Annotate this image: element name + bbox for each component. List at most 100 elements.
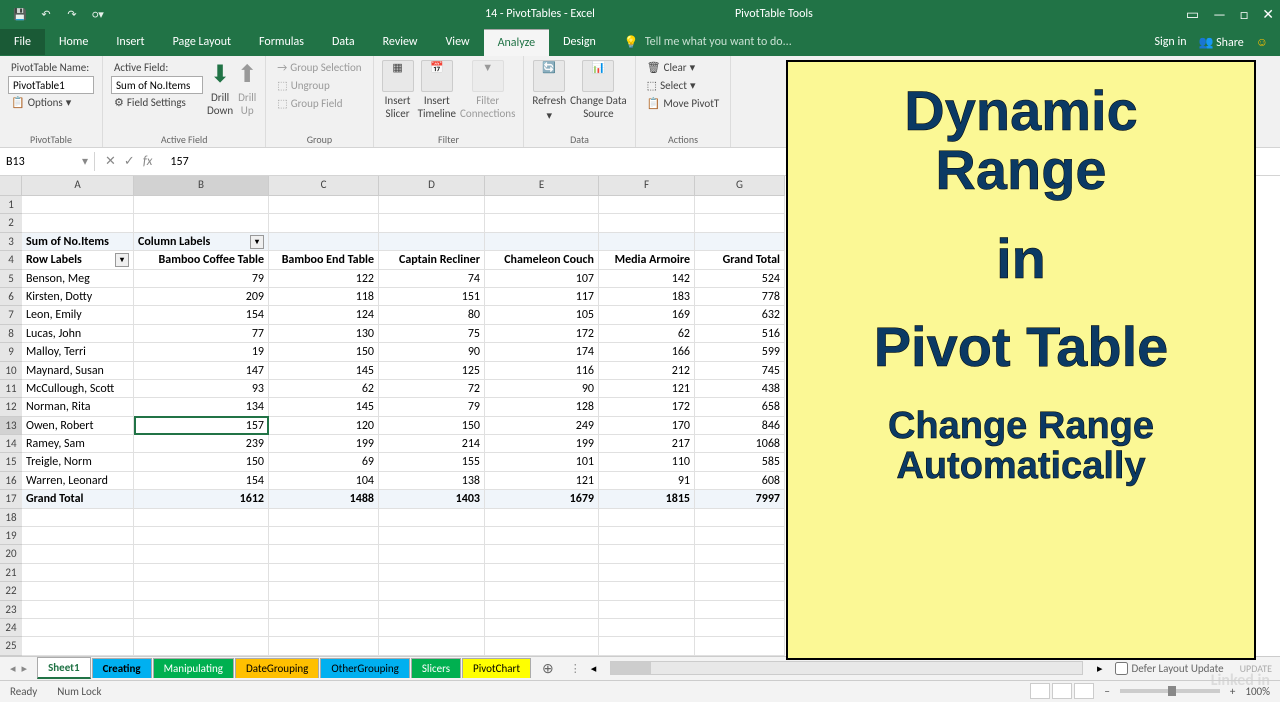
- col-header-a[interactable]: A: [22, 176, 134, 195]
- cell[interactable]: [22, 545, 134, 563]
- cell[interactable]: 19: [134, 343, 269, 361]
- cell[interactable]: 80: [379, 306, 485, 324]
- cell[interactable]: 104: [269, 472, 379, 490]
- cell[interactable]: 516: [695, 325, 785, 343]
- cell[interactable]: Column Labels▾: [134, 233, 269, 251]
- sheet-tab-creating[interactable]: Creating: [92, 658, 152, 678]
- cell[interactable]: [485, 582, 599, 600]
- cell[interactable]: [599, 214, 695, 232]
- cell[interactable]: [269, 545, 379, 563]
- group-selection-button[interactable]: → Group Selection: [274, 60, 364, 75]
- row-header[interactable]: 22: [0, 582, 22, 600]
- cell[interactable]: 172: [485, 325, 599, 343]
- cell[interactable]: [599, 564, 695, 582]
- view-normal-icon[interactable]: [1030, 683, 1050, 699]
- cell[interactable]: [485, 619, 599, 637]
- row-header[interactable]: 4: [0, 251, 22, 269]
- row-header[interactable]: 9: [0, 343, 22, 361]
- cell[interactable]: [379, 196, 485, 214]
- tab-nav-first-icon[interactable]: ◂: [10, 662, 16, 675]
- cell[interactable]: [485, 527, 599, 545]
- cell[interactable]: [22, 527, 134, 545]
- cell[interactable]: [269, 527, 379, 545]
- cell[interactable]: [134, 545, 269, 563]
- cell[interactable]: [695, 214, 785, 232]
- cell[interactable]: 745: [695, 362, 785, 380]
- cell[interactable]: 91: [599, 472, 695, 490]
- close-icon[interactable]: ✕: [1262, 6, 1274, 23]
- insert-slicer-button[interactable]: ▦Insert Slicer: [382, 60, 414, 120]
- cell[interactable]: Bamboo Coffee Table: [134, 251, 269, 269]
- cell[interactable]: 125: [379, 362, 485, 380]
- cell[interactable]: 658: [695, 398, 785, 416]
- cell[interactable]: Warren, Leonard: [22, 472, 134, 490]
- tab-design[interactable]: Design: [549, 29, 610, 55]
- row-header[interactable]: 25: [0, 637, 22, 655]
- tab-file[interactable]: File: [0, 29, 45, 55]
- cell[interactable]: [379, 582, 485, 600]
- cell[interactable]: [485, 214, 599, 232]
- zoom-slider[interactable]: [1120, 689, 1220, 693]
- cell[interactable]: [379, 233, 485, 251]
- cell[interactable]: 524: [695, 270, 785, 288]
- row-header[interactable]: 7: [0, 306, 22, 324]
- row-header[interactable]: 19: [0, 527, 22, 545]
- cell[interactable]: 62: [599, 325, 695, 343]
- cell[interactable]: [485, 545, 599, 563]
- cell[interactable]: [485, 509, 599, 527]
- cell[interactable]: [269, 564, 379, 582]
- cell[interactable]: 7997: [695, 490, 785, 508]
- row-header[interactable]: 14: [0, 435, 22, 453]
- cell[interactable]: [695, 509, 785, 527]
- drill-up-button[interactable]: ⬆Drill Up: [237, 60, 257, 117]
- cell[interactable]: [134, 564, 269, 582]
- cell[interactable]: 154: [134, 306, 269, 324]
- cell[interactable]: 1403: [379, 490, 485, 508]
- minimize-icon[interactable]: —: [1213, 6, 1226, 23]
- cell[interactable]: 118: [269, 288, 379, 306]
- cell[interactable]: 166: [599, 343, 695, 361]
- cell[interactable]: Media Armoire: [599, 251, 695, 269]
- cell[interactable]: [599, 545, 695, 563]
- cell[interactable]: 150: [379, 417, 485, 435]
- enter-icon[interactable]: ✓: [124, 154, 135, 169]
- cell[interactable]: 778: [695, 288, 785, 306]
- row-header[interactable]: 17: [0, 490, 22, 508]
- tell-me-search[interactable]: 💡 Tell me what you want to do...: [624, 35, 792, 50]
- row-header[interactable]: 13: [0, 417, 22, 435]
- cell[interactable]: [134, 619, 269, 637]
- tab-data[interactable]: Data: [318, 29, 369, 55]
- cell[interactable]: Grand Total: [22, 490, 134, 508]
- cell[interactable]: 150: [134, 453, 269, 471]
- cell[interactable]: Lucas, John: [22, 325, 134, 343]
- cell[interactable]: [134, 582, 269, 600]
- cell[interactable]: Sum of No.Items: [22, 233, 134, 251]
- select-all-corner[interactable]: [0, 176, 22, 196]
- pivottable-name-input[interactable]: [8, 76, 94, 94]
- cell[interactable]: 608: [695, 472, 785, 490]
- cell[interactable]: [599, 196, 695, 214]
- cell[interactable]: 1815: [599, 490, 695, 508]
- cell[interactable]: [22, 196, 134, 214]
- cell[interactable]: [134, 196, 269, 214]
- cell[interactable]: 107: [485, 270, 599, 288]
- cell[interactable]: 172: [599, 398, 695, 416]
- cell[interactable]: 157: [134, 417, 269, 435]
- touch-mode-icon[interactable]: ○▾: [90, 6, 106, 22]
- field-settings-button[interactable]: ⚙ Field Settings: [111, 95, 203, 110]
- options-button[interactable]: 📋 Options ▾: [8, 95, 74, 110]
- cell[interactable]: [599, 527, 695, 545]
- redo-icon[interactable]: ↷: [64, 6, 80, 22]
- cell[interactable]: 116: [485, 362, 599, 380]
- cell[interactable]: Benson, Meg: [22, 270, 134, 288]
- cell[interactable]: 93: [134, 380, 269, 398]
- cell[interactable]: 599: [695, 343, 785, 361]
- col-header-f[interactable]: F: [599, 176, 695, 195]
- cell[interactable]: [134, 214, 269, 232]
- row-header[interactable]: 11: [0, 380, 22, 398]
- row-header[interactable]: 23: [0, 601, 22, 619]
- drill-down-button[interactable]: ⬇Drill Down: [207, 60, 233, 117]
- cell[interactable]: 130: [269, 325, 379, 343]
- col-header-b[interactable]: B: [134, 176, 269, 195]
- cell[interactable]: Maynard, Susan: [22, 362, 134, 380]
